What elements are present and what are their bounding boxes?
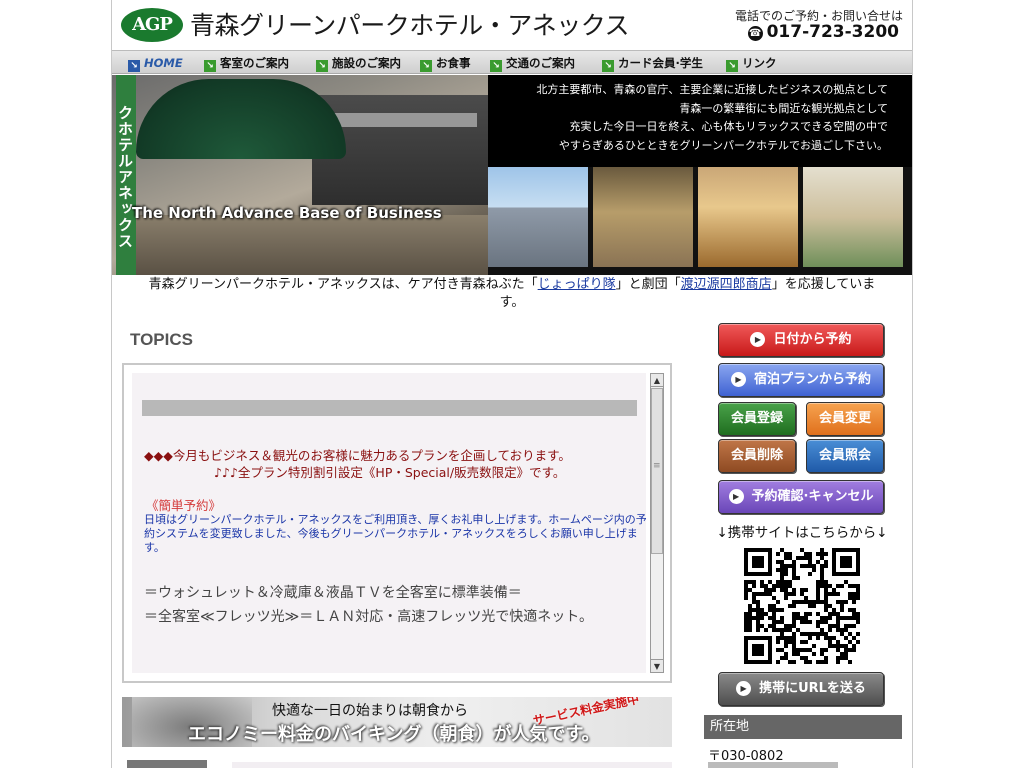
page-container: AGP 青森グリーンパークホテル・アネックス 電話でのご予約・お問い合せは ☎ 0… — [111, 0, 913, 768]
banner-copy-line: やすらぎあるひとときをグリーンパークホテルでお過ごし下さい。 — [558, 138, 888, 152]
hotel-entrance-photo: クホテルアネックス The North Advance Base of Busi… — [112, 75, 488, 275]
nav-card-members-label: カード会員·学生 — [618, 56, 703, 70]
play-icon: ▶ — [750, 332, 766, 347]
terrace — [136, 215, 488, 275]
phone-icon: ☎ — [747, 26, 763, 41]
support-notice: 青森グリーンパークホテル・アネックスは、ケア付き青森ねぶた「じょっぱり隊」と劇団… — [112, 276, 912, 312]
photo-restaurant — [803, 167, 903, 267]
banner-copy-panel: 北方主要都市、青森の官庁、主要企業に近接したビジネスの拠点として 青森一の繁華街… — [488, 75, 912, 167]
address-line — [708, 762, 838, 768]
hotel-sign — [327, 113, 477, 127]
member-delete-label: 会員削除 — [730, 448, 783, 463]
support-text: す。 — [499, 295, 525, 310]
topics-easy-booking-text: 日頃はグリーンパークホテル・アネックスをご利用頂き、厚くお礼申し上げます。ホーム… — [144, 513, 646, 554]
member-inquiry-button[interactable]: 会員照会 — [806, 439, 884, 473]
nav-dining[interactable]: ↘ お食事 — [420, 54, 471, 72]
scroll-thumb[interactable] — [651, 388, 663, 554]
site-header: AGP 青森グリーンパークホテル・アネックス 電話でのご予約・お問い合せは ☎ 0… — [112, 0, 912, 48]
nav-home-label: HOME — [144, 56, 183, 70]
topics-frame: ◆◆◆今月もビジネス＆観光のお客様に魅力あるプランを企画しております。 ♪♪♪全… — [122, 363, 672, 683]
banner-copy-line: 青森一の繁華街にも間近な観光拠点として — [679, 101, 888, 115]
nav-rooms[interactable]: ↘ 客室のご案内 — [204, 54, 289, 72]
arrow-icon: ↘ — [316, 60, 328, 72]
arrow-icon: ↘ — [490, 60, 502, 72]
topics-amenity-line: ＝全客室≪フレッツ光≫＝ＬＡＮ対応・高速フレッツ光で快適ネット。 — [144, 609, 594, 625]
nav-access-label: 交通のご案内 — [506, 56, 575, 70]
nav-rooms-label: 客室のご案内 — [220, 56, 289, 70]
mobile-site-label: ↓携帯サイトはこちらから↓ — [716, 525, 888, 541]
send-url-button[interactable]: ▶ 携帯にURLを送る — [718, 672, 884, 706]
member-register-label: 会員登録 — [730, 411, 783, 426]
book-by-date-label: 日付から予約 — [773, 332, 852, 347]
vertical-hotel-sign: クホテルアネックス — [116, 75, 136, 275]
arrow-icon: ↘ — [204, 60, 216, 72]
nav-links[interactable]: ↘ リンク — [726, 54, 777, 72]
scroll-down-icon[interactable]: ▼ — [651, 659, 663, 672]
member-change-label: 会員変更 — [818, 411, 871, 426]
main-nav: ↘ HOME ↘ 客室のご案内 ↘ 施設のご案内 ↘ お食事 ↘ 交通のご案内 ↘ カード会… — [112, 50, 912, 74]
link-watanabe-genshiro[interactable]: 渡辺源四郎商店 — [681, 277, 772, 292]
topics-content: ◆◆◆今月もビジネス＆観光のお客様に魅力あるプランを企画しております。 ♪♪♪全… — [132, 373, 646, 673]
topics-divider-bar — [142, 400, 637, 416]
support-text: 」と劇団「 — [615, 277, 681, 292]
hotel-logo[interactable]: AGP — [121, 8, 183, 42]
scroll-up-icon[interactable]: ▲ — [651, 374, 663, 387]
banner-copy-line: 充実した今日一日を終え、心も体もリラックスできる空間の中で — [569, 120, 888, 133]
location-heading: 所在地 — [704, 715, 902, 739]
photo-guestroom — [698, 167, 798, 267]
next-section-frame — [232, 762, 672, 768]
confirm-cancel-label: 予約確認·キャンセル — [751, 489, 874, 504]
qr-code-graphic — [744, 548, 860, 664]
book-by-plan-button[interactable]: ▶ 宿泊プランから予約 — [718, 363, 884, 397]
book-by-plan-label: 宿泊プランから予約 — [753, 372, 871, 387]
banner-copy-line: 北方主要都市、青森の官庁、主要企業に近接したビジネスの拠点として — [536, 83, 888, 96]
topics-amenity-line: ＝ウォシュレット＆冷蔵庫＆液晶ＴＶを全客室に標準装備＝ — [144, 585, 522, 601]
breakfast-headline: 快適な一日の始まりは朝食から — [272, 703, 468, 719]
nav-dining-label: お食事 — [436, 56, 471, 70]
nav-home[interactable]: ↘ HOME — [128, 54, 183, 72]
topics-promo-line: ♪♪♪全プラン特別割引設定《HP・Special/販売数限定》です。 — [214, 465, 566, 480]
breakfast-banner[interactable]: 快適な一日の始まりは朝食から エコノミー料金のバイキング（朝食）が人気です。 サ… — [122, 697, 672, 747]
photo-lobby — [593, 167, 693, 267]
site-title: 青森グリーンパークホテル・アネックス — [190, 11, 630, 40]
banner-copy: 北方主要都市、青森の官庁、主要企業に近接したビジネスの拠点として 青森一の繁華街… — [536, 81, 888, 155]
confirm-cancel-button[interactable]: ▶ 予約確認·キャンセル — [718, 480, 884, 514]
arrow-icon: ↘ — [726, 60, 738, 72]
link-jopparitai[interactable]: じょっぱり隊 — [538, 277, 616, 292]
tel-number-text: 017-723-3200 — [766, 22, 899, 42]
next-section-image — [127, 760, 207, 768]
send-url-label: 携帯にURLを送る — [759, 681, 866, 696]
topics-amenities: ＝ウォシュレット＆冷蔵庫＆液晶ＴＶを全客室に標準装備＝ ＝全客室≪フレッツ光≫＝… — [144, 581, 646, 629]
topics-scrollbar[interactable]: ▲ ▼ — [650, 373, 664, 673]
hero-banner: クホテルアネックス The North Advance Base of Busi… — [112, 75, 912, 275]
nav-access[interactable]: ↘ 交通のご案内 — [490, 54, 575, 72]
topics-easy-booking-heading: 《簡単予約》 — [146, 498, 222, 513]
arrow-icon: ↘ — [420, 60, 432, 72]
nav-facilities-label: 施設のご案内 — [332, 56, 401, 70]
arrow-icon: ↘ — [128, 60, 140, 72]
member-delete-button[interactable]: 会員削除 — [718, 439, 796, 473]
play-icon: ▶ — [730, 372, 746, 387]
support-text: 」を応援していま — [771, 277, 876, 292]
tel-number: ☎ 017-723-3200 — [747, 22, 899, 42]
support-text: 青森グリーンパークホテル・アネックスは、ケア付き青森ねぶた「 — [148, 277, 538, 292]
photo-exterior — [488, 167, 588, 267]
play-icon: ▶ — [728, 489, 744, 504]
nav-card-members[interactable]: ↘ カード会員·学生 — [602, 54, 703, 72]
member-change-button[interactable]: 会員変更 — [806, 402, 884, 436]
entrance-awning — [136, 79, 346, 159]
nav-links-label: リンク — [742, 56, 777, 70]
member-inquiry-label: 会員照会 — [818, 448, 871, 463]
qr-code-icon[interactable] — [744, 548, 860, 664]
member-register-button[interactable]: 会員登録 — [718, 402, 796, 436]
topics-heading: TOPICS — [130, 330, 193, 349]
topics-promo-line: ◆◆◆今月もビジネス＆観光のお客様に魅力あるプランを企画しております。 — [144, 448, 571, 463]
arrow-icon: ↘ — [602, 60, 614, 72]
banner-tagline: The North Advance Base of Business — [132, 204, 442, 222]
banner-photo-strip — [488, 167, 912, 275]
topics-promo: ◆◆◆今月もビジネス＆観光のお客様に魅力あるプランを企画しております。 ♪♪♪全… — [144, 447, 639, 481]
play-icon: ▶ — [736, 681, 752, 696]
book-by-date-button[interactable]: ▶ 日付から予約 — [718, 323, 884, 357]
nav-facilities[interactable]: ↘ 施設のご案内 — [316, 54, 401, 72]
